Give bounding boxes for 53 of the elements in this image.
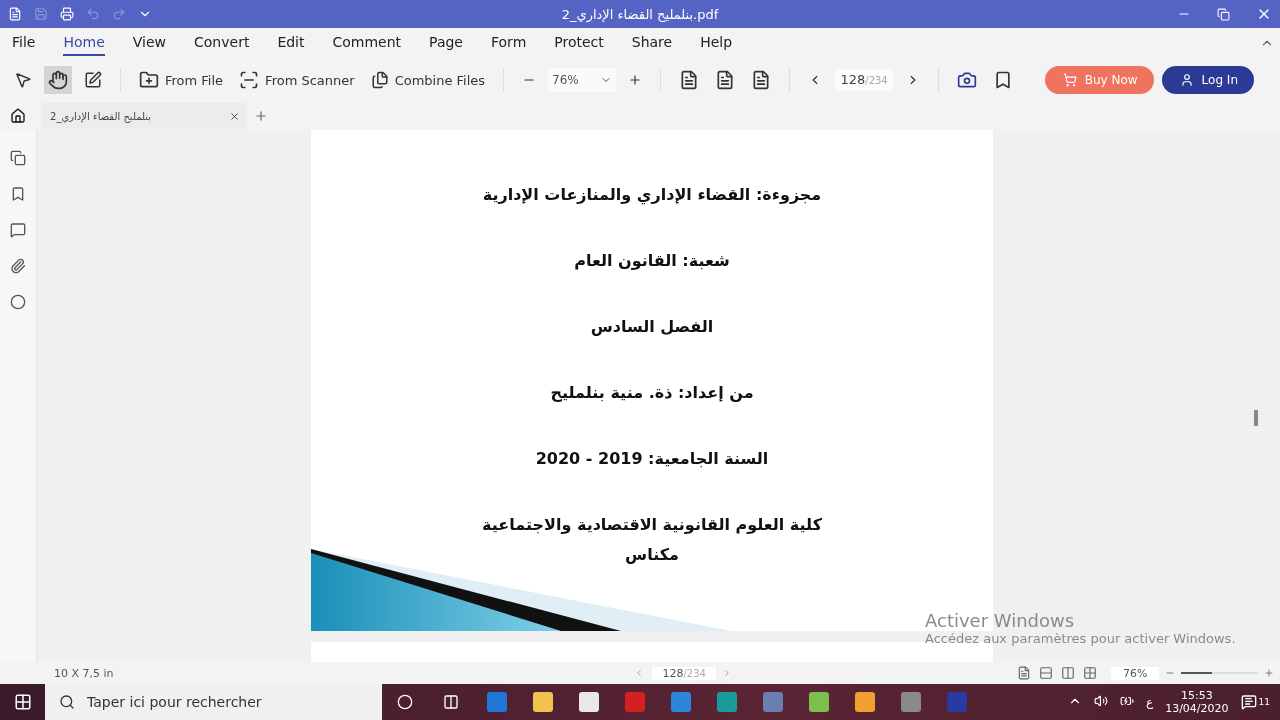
zoom-field[interactable]: 76% bbox=[548, 68, 617, 92]
menu-tab[interactable]: File bbox=[12, 30, 36, 56]
two-page-icon[interactable] bbox=[1060, 666, 1075, 680]
menu-tab[interactable]: Share bbox=[631, 30, 673, 56]
hand-tool-icon[interactable] bbox=[44, 66, 72, 94]
scrollbar-thumb[interactable] bbox=[1254, 410, 1258, 426]
activation-title: Activer Windows bbox=[925, 610, 1076, 631]
document-tab[interactable]: بنلمليح القضاء الإداري_2 bbox=[42, 103, 246, 129]
log-in-button[interactable]: Log In bbox=[1161, 66, 1254, 94]
menu-tab[interactable]: Comment bbox=[332, 30, 402, 56]
files-icon bbox=[370, 71, 389, 89]
zoom-in-icon[interactable] bbox=[1264, 668, 1274, 678]
menu-tab[interactable]: Convert bbox=[194, 30, 250, 56]
cart-icon bbox=[1062, 73, 1077, 87]
print-icon[interactable] bbox=[60, 7, 74, 21]
from-file-button[interactable]: From File bbox=[135, 66, 228, 94]
menu-tab[interactable]: Page bbox=[429, 30, 463, 56]
zoom-value: 76% bbox=[1110, 666, 1160, 680]
scanner-icon bbox=[239, 70, 260, 90]
clock[interactable]: 15:53 13/04/2020 bbox=[1165, 689, 1229, 715]
taskbar-search-field[interactable]: Taper ici pour rechercher bbox=[45, 684, 382, 720]
home-icon[interactable] bbox=[10, 108, 26, 124]
menu-tab[interactable]: Help bbox=[700, 30, 733, 56]
page-text: من إعداد: ذة. منية بنلمليح bbox=[550, 382, 754, 404]
app-logo-icon bbox=[8, 7, 22, 21]
combine-files-button[interactable]: Combine Files bbox=[366, 67, 490, 93]
windows-icon bbox=[13, 693, 32, 711]
restore-icon[interactable] bbox=[1217, 7, 1230, 21]
activation-text: Accédez aux paramètres pour activer Windows. bbox=[925, 631, 1236, 646]
menu-tab[interactable]: Form bbox=[491, 30, 527, 56]
page-field[interactable]: 128/234 bbox=[652, 666, 716, 680]
page-text: مكناس bbox=[625, 544, 679, 566]
page-field[interactable]: 128/234 bbox=[834, 69, 895, 91]
page-text: شعبة: القانون العام bbox=[574, 250, 730, 272]
from-scanner-button[interactable]: From Scanner bbox=[235, 66, 359, 94]
page-text: كلية العلوم القانونية الاقتصادية والاجتماعية bbox=[482, 514, 822, 536]
page-text: الفصل السادس bbox=[590, 316, 714, 338]
menu-tab[interactable]: View bbox=[132, 30, 166, 56]
menu-tab[interactable]: Home bbox=[63, 30, 105, 56]
user-icon bbox=[1179, 73, 1194, 87]
language-indicator[interactable]: ع bbox=[1145, 695, 1154, 709]
single-page-icon[interactable] bbox=[1016, 666, 1031, 680]
search-placeholder: Taper ici pour rechercher bbox=[87, 694, 262, 710]
page-text: السنة الجامعية: 2019 - 2020 bbox=[535, 448, 769, 470]
page-text: مجزوءة: القضاء الإداري والمنازعات الإدارية bbox=[482, 184, 822, 207]
page-size-text: 10 X 7,5 in bbox=[54, 666, 114, 680]
menu-tab[interactable]: Edit bbox=[277, 30, 305, 56]
window-title: بنلمليح القضاء الإداري_2.pdf bbox=[560, 6, 720, 22]
close-icon[interactable] bbox=[229, 110, 240, 122]
grid-view-icon[interactable] bbox=[1082, 666, 1097, 680]
menu-tab[interactable]: Protect bbox=[554, 30, 604, 56]
continuous-icon[interactable] bbox=[1038, 666, 1053, 680]
folder-plus-icon bbox=[139, 70, 159, 90]
